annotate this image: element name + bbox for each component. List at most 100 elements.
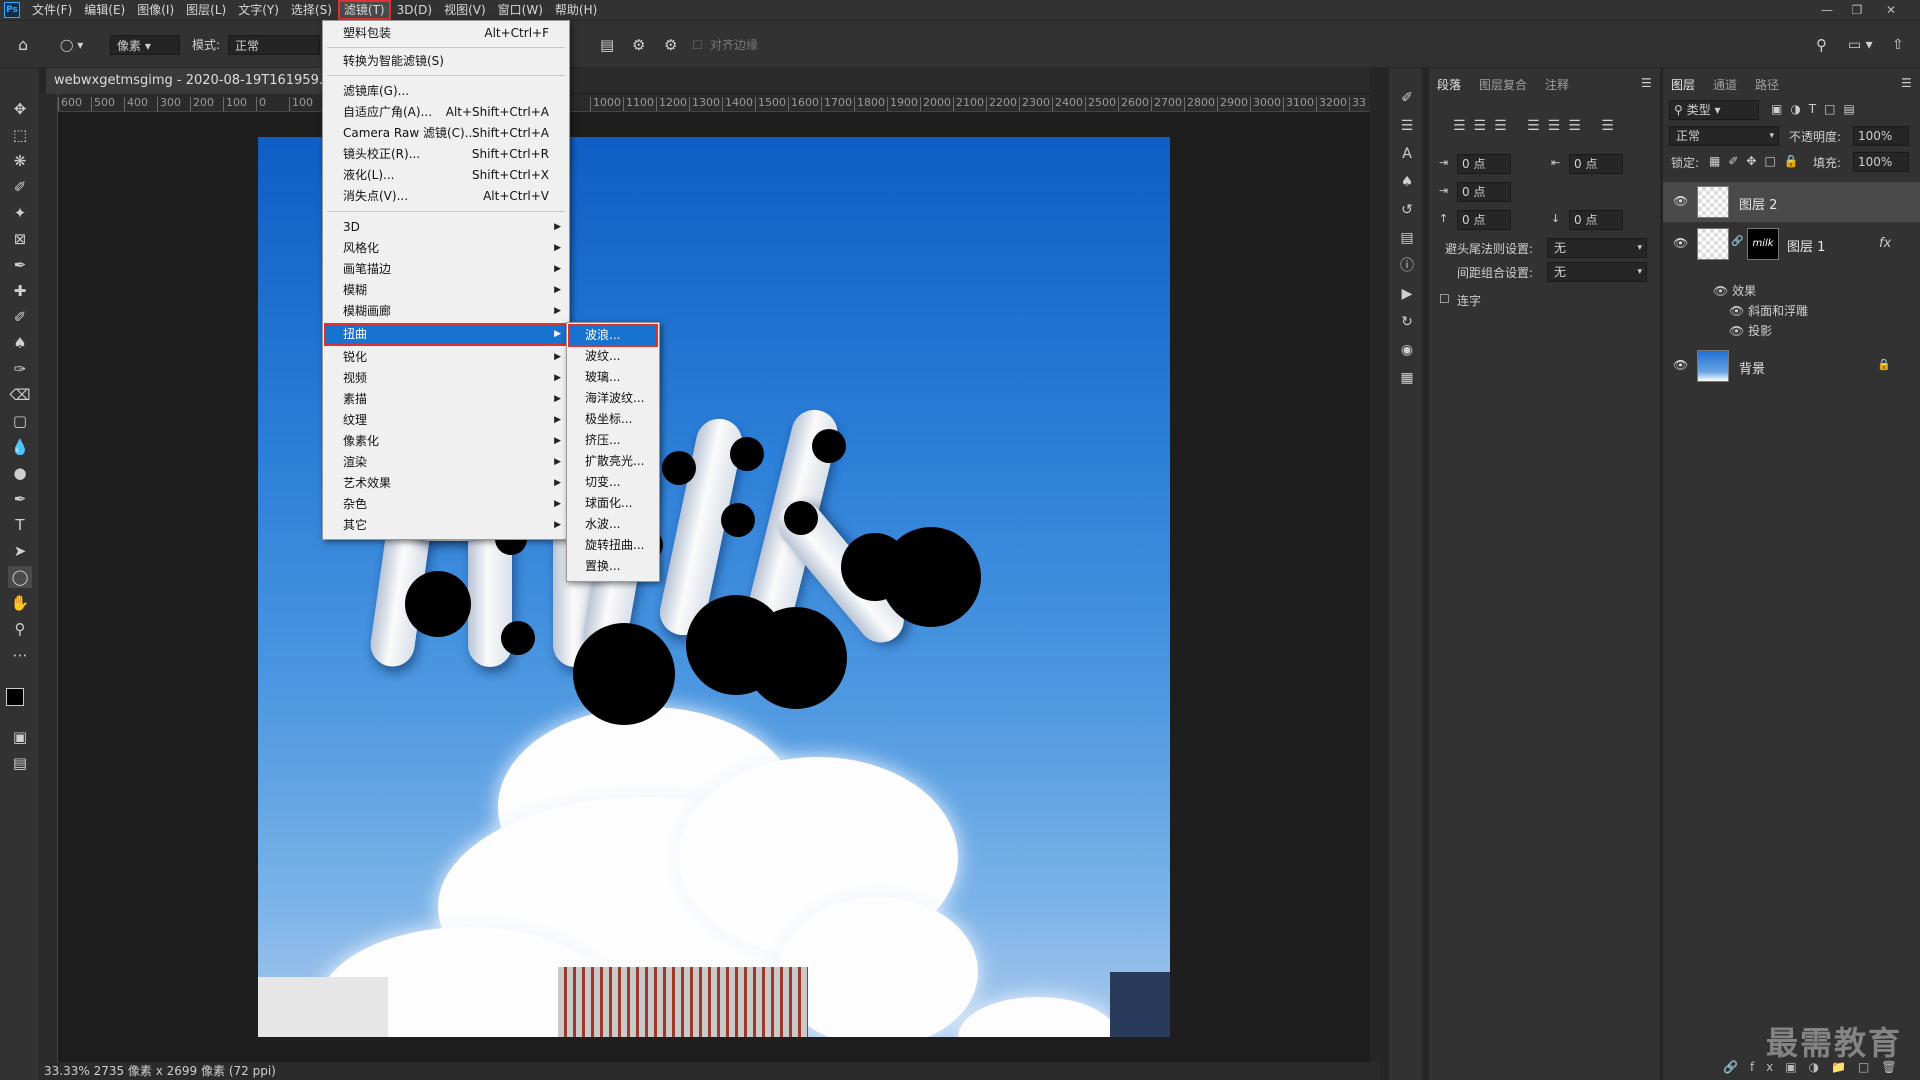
eye-icon[interactable]: 👁 <box>1729 324 1744 338</box>
stamp-tool-icon[interactable]: ♠ <box>8 332 32 354</box>
submenu-item-polar-coordinates[interactable]: 极坐标... <box>569 409 657 430</box>
menu-item-stylize[interactable]: 风格化 ▶ <box>325 238 567 259</box>
align-icon[interactable]: ▤ <box>600 35 614 55</box>
eye-icon[interactable]: 👁 <box>1673 194 1688 208</box>
restore-icon[interactable]: ❐ <box>1842 0 1872 20</box>
menu-item-sharpen[interactable]: 锐化 ▶ <box>325 347 567 368</box>
layer-name[interactable]: 背景 <box>1739 358 1765 377</box>
paths-icon[interactable]: ↻ <box>1397 312 1417 332</box>
mode-select[interactable]: 正常 <box>228 35 320 55</box>
menu-edit[interactable]: 编辑(E) <box>78 0 131 20</box>
history-icon[interactable]: ↺ <box>1397 200 1417 220</box>
submenu-item-ripple[interactable]: 波纹... <box>569 346 657 367</box>
opacity-field[interactable]: 100% <box>1853 126 1909 146</box>
more-tools-icon[interactable]: ⋯ <box>8 644 32 666</box>
effect-item-shadow[interactable]: 👁 投影 <box>1729 322 1772 339</box>
space-after-field[interactable]: 0 点 <box>1569 210 1623 230</box>
blur-tool-icon[interactable]: 💧 <box>8 436 32 458</box>
tab-channels[interactable]: 通道 <box>1713 76 1737 93</box>
menu-item-artistic[interactable]: 艺术效果 ▶ <box>325 473 567 494</box>
fx-icon[interactable]: fx <box>1879 236 1891 251</box>
eye-icon[interactable]: 👁 <box>1729 304 1744 318</box>
eraser-tool-icon[interactable]: ⌫ <box>8 384 32 406</box>
gear-icon[interactable]: ⚙ <box>664 35 677 55</box>
ellipse-tool-icon[interactable]: ◯ <box>8 566 32 588</box>
eyedropper-tool-icon[interactable]: ✒ <box>8 254 32 276</box>
tab-layers[interactable]: 图层 <box>1671 76 1695 93</box>
submenu-item-twirl[interactable]: 旋转扭曲... <box>569 535 657 556</box>
menu-item-video[interactable]: 视频 ▶ <box>325 368 567 389</box>
submenu-item-zigzag[interactable]: 水波... <box>569 514 657 535</box>
healing-tool-icon[interactable]: ✚ <box>8 280 32 302</box>
layer-row-layer1[interactable]: 👁 🔗 milk 图层 1 fx <box>1663 224 1920 264</box>
share-icon[interactable]: ⇧ <box>1892 35 1904 55</box>
menu-item-adaptive-wide-angle[interactable]: 自适应广角(A)... Alt+Shift+Ctrl+A <box>325 102 567 123</box>
path-arrange-icon[interactable]: ⚙ <box>632 35 645 55</box>
paragraph-align-buttons[interactable]: ☰☰☰ ☰☰☰ ☰ <box>1453 118 1622 134</box>
workspace-icon[interactable]: ▭ ▾ <box>1848 35 1873 55</box>
menu-item-render[interactable]: 渲染 ▶ <box>325 452 567 473</box>
space-before-field[interactable]: 0 点 <box>1457 210 1511 230</box>
adjustments-icon[interactable]: ☰ <box>1397 116 1417 136</box>
table-icon[interactable]: ▦ <box>1397 368 1417 388</box>
foreground-color-swatch[interactable] <box>6 688 24 706</box>
menu-item-plastic-wrap[interactable]: 塑料包装 Alt+Ctrl+F <box>325 23 567 44</box>
submenu-item-pinch[interactable]: 挤压... <box>569 430 657 451</box>
hand-tool-icon[interactable]: ✋ <box>8 592 32 614</box>
submenu-item-shear[interactable]: 切变... <box>569 472 657 493</box>
quick-select-tool-icon[interactable]: ✐ <box>8 176 32 198</box>
gradient-tool-icon[interactable]: ▢ <box>8 410 32 432</box>
tab-paths[interactable]: 路径 <box>1755 76 1779 93</box>
menu-window[interactable]: 窗口(W) <box>492 0 549 20</box>
info-icon[interactable]: ⓘ <box>1397 256 1417 276</box>
tab-notes[interactable]: 注释 <box>1545 76 1569 93</box>
lock-icons[interactable]: ▦✐✥□🔒 <box>1709 154 1807 168</box>
menu-item-liquify[interactable]: 液化(L)... Shift+Ctrl+X <box>325 165 567 186</box>
lasso-tool-icon[interactable]: ❋ <box>8 150 32 172</box>
type-tool-icon[interactable]: T <box>8 514 32 536</box>
menu-item-texture[interactable]: 纹理 ▶ <box>325 410 567 431</box>
menu-view[interactable]: 视图(V) <box>438 0 492 20</box>
submenu-item-diffuse-glow[interactable]: 扩散亮光... <box>569 451 657 472</box>
clone-source-icon[interactable]: ♠ <box>1397 172 1417 192</box>
submenu-item-glass[interactable]: 玻璃... <box>569 367 657 388</box>
menu-item-noise[interactable]: 杂色 ▶ <box>325 494 567 515</box>
submenu-item-ocean-ripple[interactable]: 海洋波纹... <box>569 388 657 409</box>
menu-item-lens-correction[interactable]: 镜头校正(R)... Shift+Ctrl+R <box>325 144 567 165</box>
blend-mode-select[interactable]: 正常 ▾ <box>1669 126 1779 146</box>
menu-item-3d[interactable]: 3D ▶ <box>325 217 567 238</box>
menu-item-camera-raw[interactable]: Camera Raw 滤镜(C)... Shift+Ctrl+A <box>325 123 567 144</box>
menu-item-pixelate[interactable]: 像素化 ▶ <box>325 431 567 452</box>
menu-item-vanishing-point[interactable]: 消失点(V)... Alt+Ctrl+V <box>325 186 567 207</box>
history-brush-tool-icon[interactable]: ✑ <box>8 358 32 380</box>
hyphenate-checkbox[interactable]: ☐ <box>1439 292 1450 306</box>
eye-icon[interactable]: 👁 <box>1673 236 1688 250</box>
indent-left-field[interactable]: 0 点 <box>1457 154 1511 174</box>
character-icon[interactable]: A <box>1397 144 1417 164</box>
layer-row-layer2[interactable]: 👁 图层 2 <box>1663 182 1920 222</box>
menu-item-blur-gallery[interactable]: 模糊画廊 ▶ <box>325 301 567 322</box>
marquee-tool-icon[interactable]: ⬚ <box>8 124 32 146</box>
move-tool-icon[interactable]: ✥ <box>8 98 32 120</box>
tab-paragraph[interactable]: 段落 <box>1437 76 1461 93</box>
path-select-tool-icon[interactable]: ➤ <box>8 540 32 562</box>
menu-item-sketch[interactable]: 素描 ▶ <box>325 389 567 410</box>
menu-3d[interactable]: 3D(D) <box>391 0 438 20</box>
brush-tool-icon[interactable]: ✐ <box>8 306 32 328</box>
brush-settings-icon[interactable]: ✐ <box>1397 88 1417 108</box>
layer-filter-select[interactable]: ⚲ 类型 ▾ <box>1669 100 1759 120</box>
spacing-setting-select[interactable]: 无 ▾ <box>1547 262 1647 282</box>
menu-file[interactable]: 文件(F) <box>26 0 78 20</box>
3d-icon[interactable]: ◉ <box>1397 340 1417 360</box>
menu-item-brush-strokes[interactable]: 画笔描边 ▶ <box>325 259 567 280</box>
align-edges-checkbox[interactable]: ☐ <box>692 35 703 55</box>
tab-layer-comps[interactable]: 图层复合 <box>1479 76 1527 93</box>
hyphen-setting-select[interactable]: 无 ▾ <box>1547 238 1647 258</box>
menu-item-other[interactable]: 其它 ▶ <box>325 515 567 536</box>
menu-image[interactable]: 图像(I) <box>131 0 180 20</box>
zoom-tool-icon[interactable]: ⚲ <box>8 618 32 640</box>
submenu-item-wave[interactable]: 波浪... <box>568 324 658 347</box>
home-icon[interactable]: ⌂ <box>18 35 28 55</box>
panel-menu-icon[interactable]: ☰ <box>1641 76 1652 90</box>
quick-mask-icon[interactable]: ▣ <box>8 726 32 748</box>
